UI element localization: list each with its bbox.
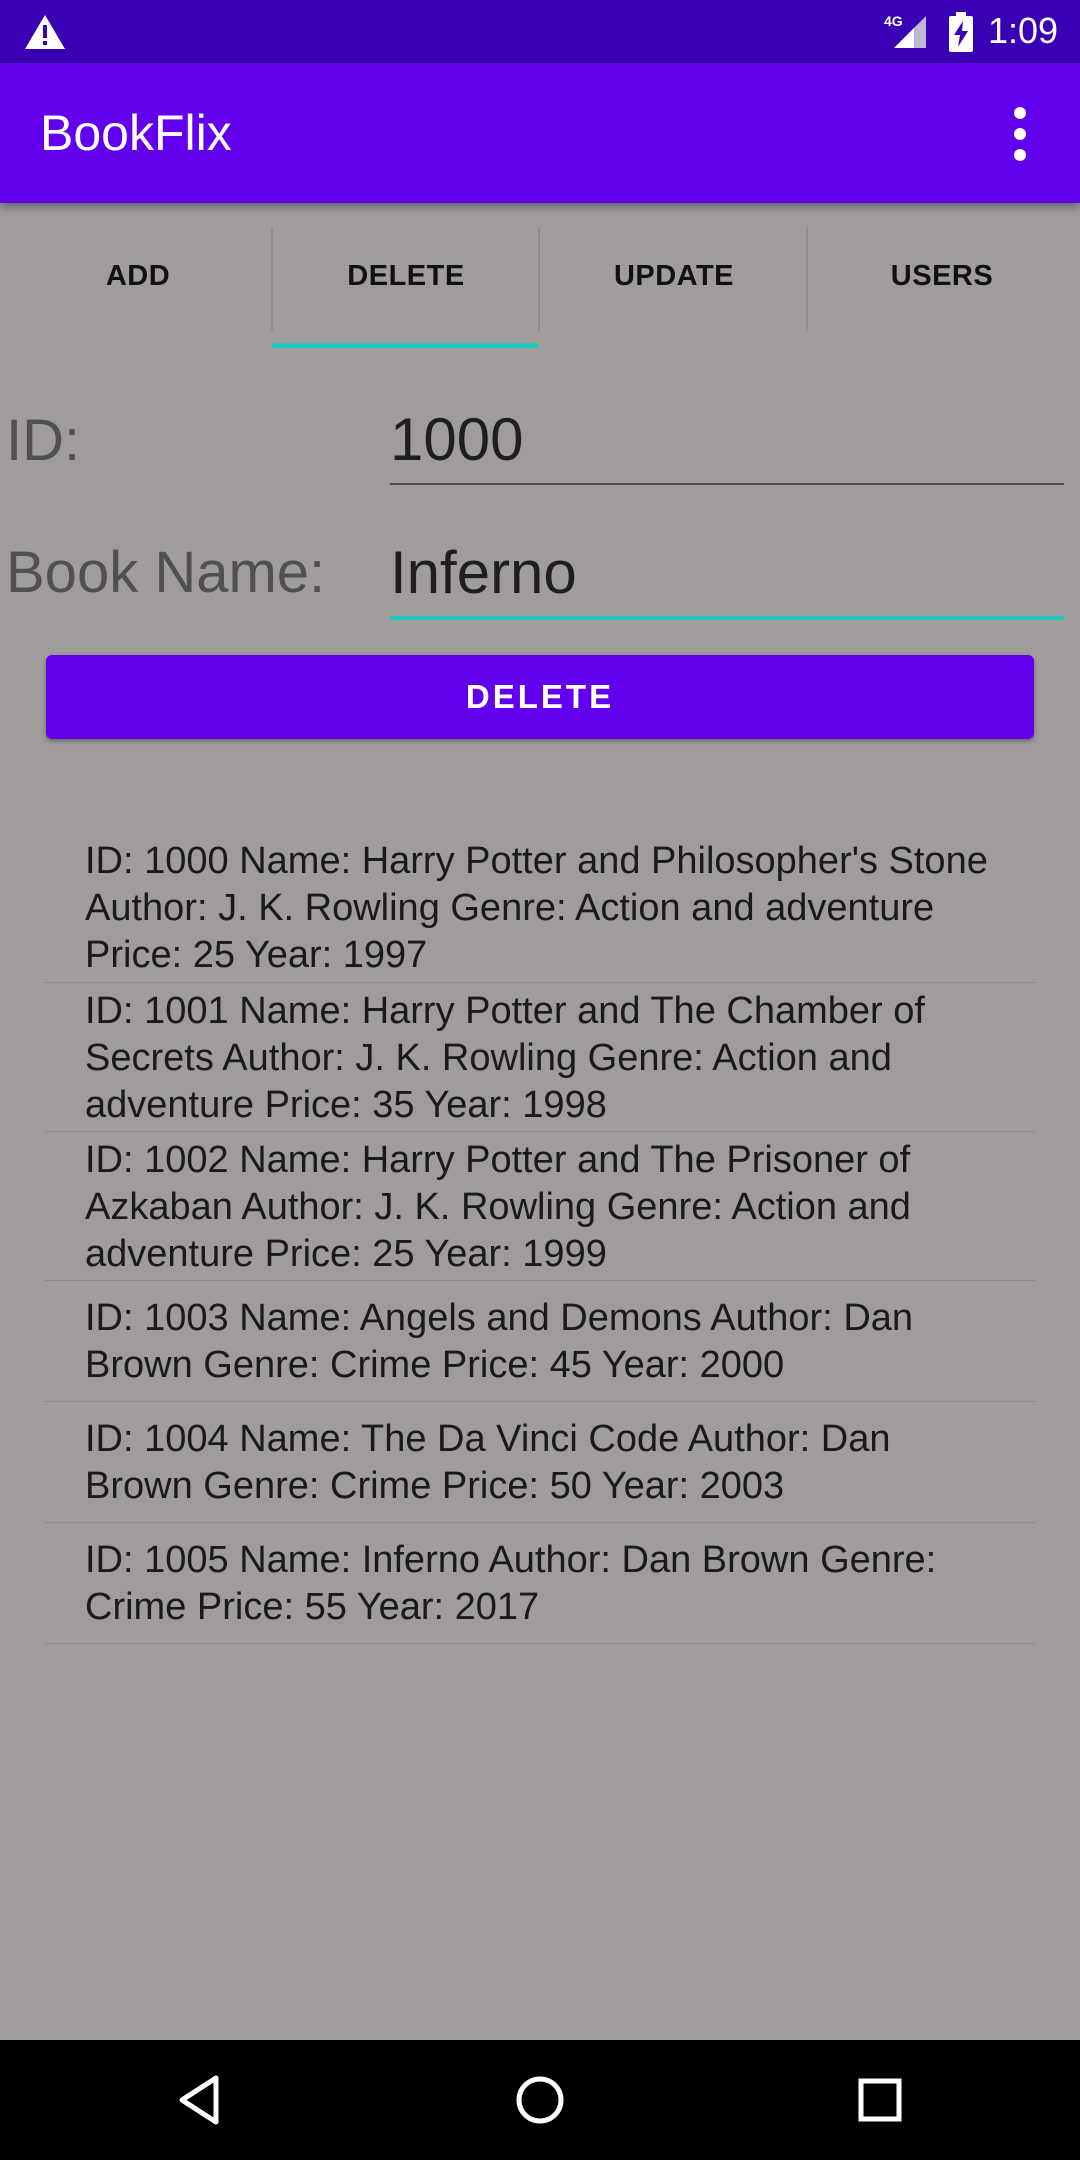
book-name-label: Book Name: [6, 540, 326, 605]
alert-icon [25, 15, 65, 49]
list-item[interactable]: ID: 1005 Name: Inferno Author: Dan Brown… [44, 1523, 1036, 1644]
list-item[interactable]: ID: 1001 Name: Harry Potter and The Cham… [44, 983, 1036, 1132]
battery-charging-icon [949, 12, 973, 52]
list-item[interactable]: ID: 1003 Name: Angels and Demons Author:… [44, 1281, 1036, 1402]
list-item[interactable]: ID: 1004 Name: The Da Vinci Code Author:… [44, 1402, 1036, 1523]
svg-text:4G: 4G [884, 13, 903, 29]
back-icon[interactable] [170, 2070, 230, 2130]
tab-users[interactable]: USERS [808, 203, 1076, 350]
tab-update[interactable]: UPDATE [540, 203, 808, 350]
id-input-underline [390, 483, 1064, 485]
id-input[interactable]: 1000 [390, 400, 1064, 480]
app-bar: BookFlix [0, 63, 1080, 203]
more-vert-icon[interactable] [1000, 99, 1040, 169]
book-name-input-underline [390, 616, 1064, 620]
home-icon[interactable] [510, 2070, 570, 2130]
list-item[interactable]: ID: 1002 Name: Harry Potter and The Pris… [44, 1132, 1036, 1281]
book-name-input[interactable]: Inferno [390, 533, 1064, 613]
tab-add[interactable]: ADD [4, 203, 272, 350]
navigation-bar [0, 2040, 1080, 2160]
signal-icon: 4G [884, 13, 926, 48]
book-list: ID: 1000 Name: Harry Potter and Philosop… [44, 834, 1036, 1644]
id-label: ID: [6, 408, 81, 473]
tab-selected-indicator [272, 343, 538, 348]
status-time: 1:09 [988, 10, 1059, 51]
status-bar: 4G 1:09 [0, 0, 1080, 63]
app-title: BookFlix [40, 105, 232, 161]
tab-bar: ADD DELETE UPDATE USERS [0, 203, 1080, 350]
recents-icon[interactable] [850, 2070, 910, 2130]
tab-delete[interactable]: DELETE [272, 203, 540, 350]
delete-button[interactable]: DELETE [46, 655, 1034, 739]
list-item[interactable]: ID: 1000 Name: Harry Potter and Philosop… [44, 834, 1036, 983]
